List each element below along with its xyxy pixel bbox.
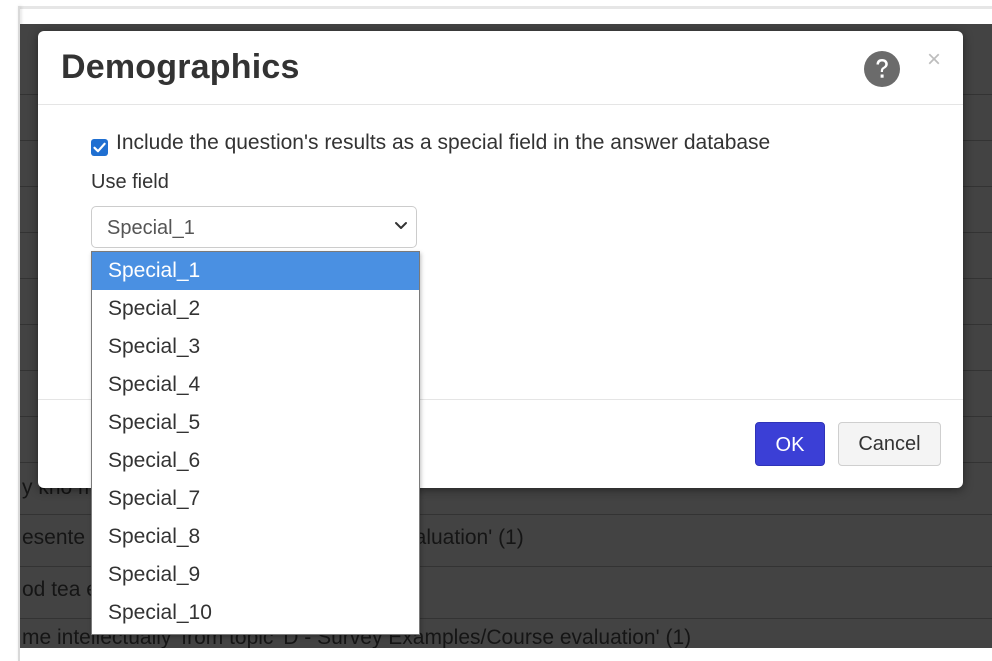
- ok-button[interactable]: OK: [755, 422, 825, 466]
- window-top-edge: [18, 6, 992, 9]
- include-checkbox[interactable]: [91, 139, 108, 156]
- dropdown-option[interactable]: Special_4: [92, 366, 419, 404]
- dropdown-option[interactable]: Special_3: [92, 328, 419, 366]
- dialog-header: Demographics ×: [38, 31, 963, 105]
- use-field-selected-value: Special_1: [107, 217, 195, 239]
- use-field-dropdown-list: Special_1 Special_2 Special_3 Special_4 …: [91, 251, 420, 635]
- close-icon[interactable]: ×: [924, 47, 944, 73]
- dropdown-option[interactable]: Special_1: [92, 252, 419, 290]
- cancel-button[interactable]: Cancel: [838, 422, 941, 466]
- help-icon[interactable]: [864, 51, 900, 87]
- dropdown-option[interactable]: Special_10: [92, 594, 419, 632]
- dropdown-option[interactable]: Special_9: [92, 556, 419, 594]
- include-checkbox-label[interactable]: Include the question's results as a spec…: [116, 131, 770, 155]
- dropdown-option[interactable]: Special_5: [92, 404, 419, 442]
- dropdown-option[interactable]: Special_7: [92, 480, 419, 518]
- dropdown-option[interactable]: Special_8: [92, 518, 419, 556]
- dialog-title: Demographics: [61, 48, 300, 86]
- use-field-select[interactable]: Special_1: [91, 206, 417, 248]
- dropdown-option[interactable]: Special_6: [92, 442, 419, 480]
- bottom-strip: [20, 648, 992, 661]
- dropdown-option[interactable]: Special_2: [92, 290, 419, 328]
- chevron-down-icon: [395, 222, 407, 229]
- use-field-label: Use field: [91, 171, 169, 193]
